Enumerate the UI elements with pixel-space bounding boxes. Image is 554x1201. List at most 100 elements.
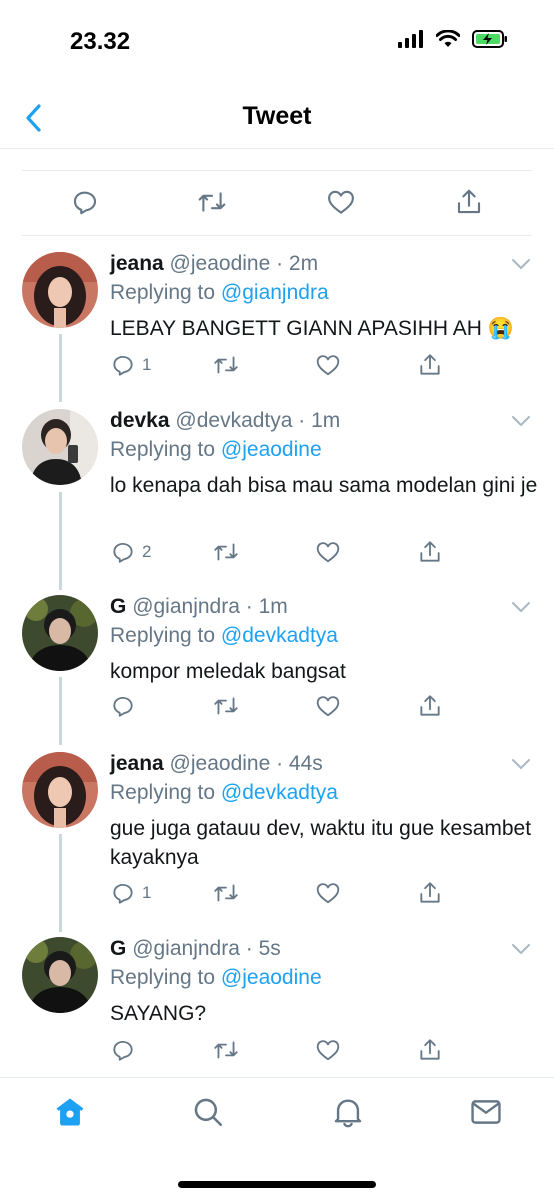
reply-count: 2 [142,542,152,561]
heart-icon [316,1040,340,1061]
display-name[interactable]: G [110,595,126,618]
main-tweet-actions [22,170,532,236]
replying-label: Replying to [110,438,216,461]
chevron-down-icon [512,944,530,954]
tweet-text: lo kenapa dah bisa mau sama modelan gini… [110,474,538,497]
replying-to: Replying to @devkadtya [110,781,338,805]
avatar-devka [22,409,98,485]
like-button[interactable] [315,539,341,565]
tweet-menu-button[interactable] [510,413,532,429]
reply-icon [73,191,97,215]
avatar-g [22,595,98,671]
avatar-jeana [22,752,98,828]
heart-icon [316,883,340,904]
reply-button[interactable]: 1 [110,352,151,378]
tweet-menu-button[interactable] [510,599,532,615]
like-button[interactable] [315,693,341,719]
mention-link[interactable]: @devkadtya [221,781,338,804]
avatar[interactable] [22,937,98,1013]
main-like-button[interactable] [324,185,358,219]
reply-button[interactable] [110,1037,136,1063]
share-icon [420,882,440,903]
reply-icon [113,355,133,376]
share-icon [420,541,440,562]
tweet-actions: 1 [110,352,450,382]
share-icon [420,695,440,716]
share-button[interactable] [417,1037,443,1063]
battery-icon [472,30,507,48]
reply-icon [113,883,133,904]
tweet-header: G @gianjndra · 1m [110,595,288,619]
main-reply-button[interactable] [68,185,102,219]
tab-notifications[interactable] [328,1092,368,1132]
share-button[interactable] [417,880,443,906]
reply-tweet[interactable]: jeana @jeaodine · 2m Replying to @gianjn… [0,252,554,392]
heart-icon [316,542,340,563]
reply-count: 1 [142,883,152,902]
like-button[interactable] [315,880,341,906]
avatar[interactable] [22,595,98,671]
share-icon [457,189,481,214]
tweet-text: gue juga gatauu dev, waktu itu gue kesam… [110,817,532,869]
avatar[interactable] [22,752,98,828]
like-button[interactable] [315,352,341,378]
mention-link[interactable]: @devkadtya [221,624,338,647]
display-name[interactable]: jeana [110,752,164,775]
tab-home[interactable] [50,1092,90,1132]
page-title: Tweet [242,102,312,130]
status-time: 23.32 [70,28,131,55]
tab-search[interactable] [188,1092,228,1132]
retweet-icon [214,356,238,374]
display-name[interactable]: jeana [110,252,164,275]
display-name[interactable]: G [110,937,126,960]
handle-time: @devkadtya · 1m [175,409,341,432]
main-share-button[interactable] [452,185,486,219]
heart-icon [316,355,340,376]
replying-to: Replying to @devkadtya [110,624,338,648]
reply-tweet[interactable]: G @gianjndra · 5s Replying to @jeaodine … [0,937,554,1072]
retweet-button[interactable] [212,539,240,565]
tweet-menu-button[interactable] [510,256,532,272]
retweet-button[interactable] [212,880,240,906]
reply-icon [113,542,133,563]
tab-messages[interactable] [466,1092,506,1132]
share-button[interactable] [417,693,443,719]
reply-button[interactable] [110,693,136,719]
scrolled-content-edge [22,140,532,150]
avatar[interactable] [22,252,98,328]
reply-tweet[interactable]: G @gianjndra · 1m Replying to @devkadtya… [0,595,554,735]
reply-button[interactable]: 2 [110,539,151,565]
tweet-actions [110,693,450,723]
tweet-header: devka @devkadtya · 1m [110,409,340,433]
share-button[interactable] [417,539,443,565]
retweet-button[interactable] [212,1037,240,1063]
status-bar: 23.32 [0,0,554,80]
reply-icon [113,696,133,717]
notifications-icon [334,1099,362,1128]
tweet-menu-button[interactable] [510,756,532,772]
reply-count: 1 [142,355,152,374]
handle-time: @jeaodine · 44s [169,752,323,775]
mention-link[interactable]: @jeaodine [221,966,322,989]
avatar-g [22,937,98,1013]
reply-tweet[interactable]: devka @devkadtya · 1m Replying to @jeaod… [0,409,554,584]
display-name[interactable]: devka [110,409,170,432]
retweet-icon [214,884,238,902]
retweet-button[interactable] [212,352,240,378]
mention-link[interactable]: @gianjndra [221,281,329,304]
avatar[interactable] [22,409,98,485]
tweet-menu-button[interactable] [510,941,532,957]
reply-button[interactable]: 1 [110,880,151,906]
mention-link[interactable]: @jeaodine [221,438,322,461]
like-button[interactable] [315,1037,341,1063]
signal-icon [398,30,423,48]
main-retweet-button[interactable] [195,185,229,219]
handle-time: @gianjndra · 5s [132,937,281,960]
retweet-button[interactable] [212,693,240,719]
share-button[interactable] [417,352,443,378]
handle-time: @jeaodine · 2m [169,252,319,275]
chevron-down-icon [512,259,530,269]
reply-tweet[interactable]: jeana @jeaodine · 44s Replying to @devka… [0,752,554,922]
heart-icon [328,190,354,214]
reply-icon [113,1040,133,1061]
